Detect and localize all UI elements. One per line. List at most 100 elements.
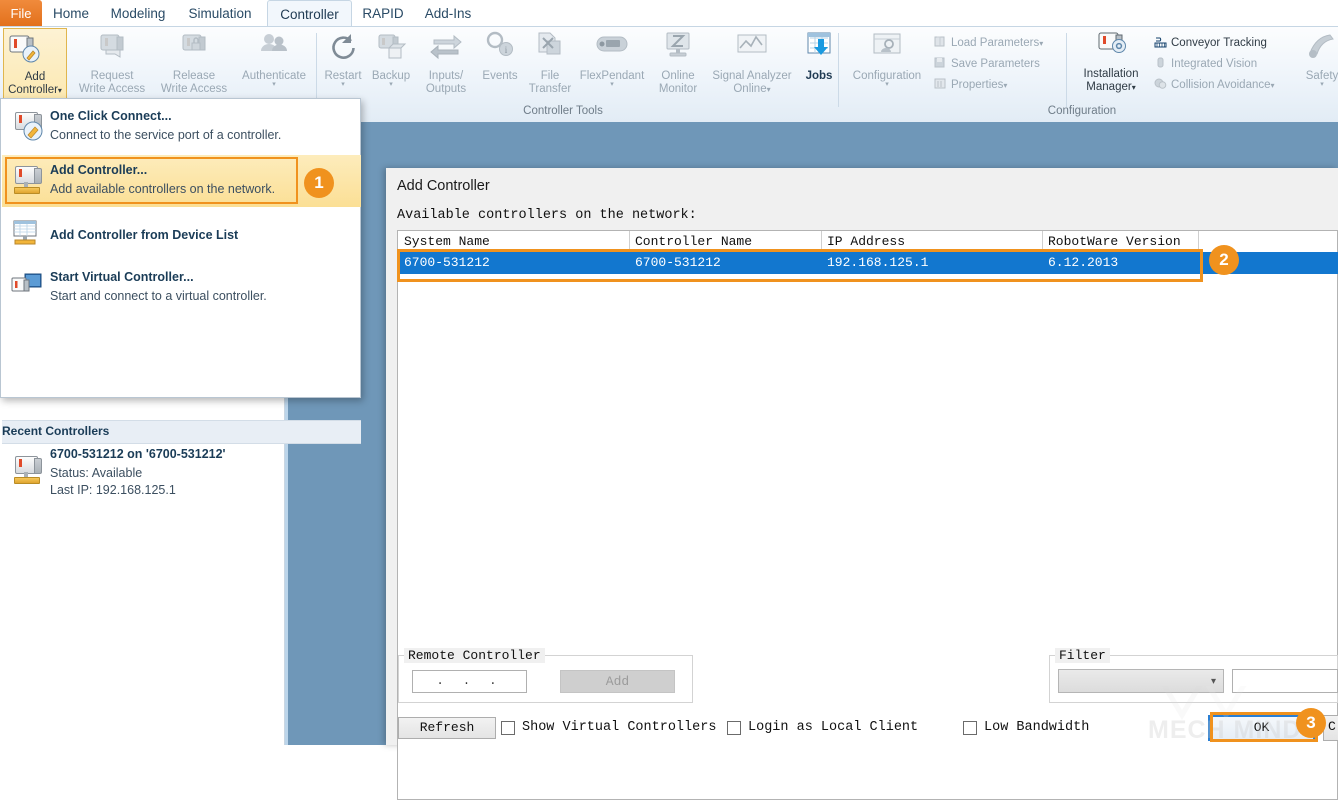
menu-item-title: One Click Connect...: [50, 109, 172, 123]
menu-item-add-controller-from-device-list[interactable]: Add Controller from Device List: [2, 211, 361, 259]
online-label: Online: [661, 69, 695, 82]
signal-analyzer-icon: [706, 29, 798, 69]
load-parameters-icon: [934, 36, 947, 48]
backup-label: Backup: [371, 69, 411, 82]
chevron-down-icon: ▾: [766, 85, 771, 94]
column-header-ip-address[interactable]: IP Address: [827, 234, 905, 249]
ribbon-divider-2: [838, 33, 839, 107]
backup-button: Backup ▾: [366, 29, 416, 88]
events-label: Events: [482, 69, 518, 82]
selected-row-highlight: [397, 249, 1203, 282]
device-list-icon: [11, 220, 43, 250]
recent-controllers-header: Recent Controllers: [2, 420, 361, 444]
tab-file[interactable]: File: [0, 0, 42, 27]
properties-item: Properties▾: [934, 78, 1007, 91]
integrated-vision-label: Integrated Vision: [1171, 58, 1258, 70]
menu-item-highlight-border: [5, 157, 298, 204]
tab-add-ins[interactable]: Add-Ins: [416, 0, 480, 27]
chevron-down-icon: ▾: [610, 81, 614, 88]
configuration-button: Configuration ▾: [842, 29, 932, 88]
conveyor-tracking-item[interactable]: Conveyor Tracking: [1154, 36, 1267, 49]
restart-button: Restart ▾: [320, 29, 366, 88]
chevron-down-icon: ▾: [885, 81, 889, 88]
integrated-vision-item: Integrated Vision: [1154, 57, 1257, 70]
chevron-down-icon: ▾: [1270, 81, 1275, 90]
release-write-access-icon: [154, 29, 234, 69]
save-parameters-item: Save Parameters: [934, 57, 1040, 70]
safety-icon: [1300, 29, 1338, 69]
ribbon-divider-3: [1066, 33, 1067, 107]
low-bandwidth-label: Low Bandwidth: [984, 720, 1090, 735]
collision-avoidance-label: Collision Avoidance: [1171, 79, 1271, 91]
online-monitor-button: Online Monitor: [650, 29, 706, 96]
inputs-outputs-button: Inputs/ Outputs: [418, 29, 474, 96]
collision-avoidance-item: Collision Avoidance▾: [1154, 78, 1275, 91]
installation-manager-icon: [1072, 29, 1150, 67]
restart-label: Restart: [324, 69, 362, 82]
tab-controller[interactable]: Controller: [267, 0, 352, 27]
installation-manager-button[interactable]: Installation Manager▾: [1072, 29, 1150, 95]
virtual-controller-icon: [11, 272, 43, 302]
request-write-access-button: Request Write Access: [72, 29, 152, 96]
authenticate-icon: [236, 29, 312, 69]
chevron-down-icon: ▾: [272, 81, 276, 88]
chevron-down-icon: ▾: [341, 81, 345, 88]
events-button: i Events: [476, 29, 524, 82]
column-header-controller-name[interactable]: Controller Name: [635, 234, 752, 249]
refresh-button[interactable]: Refresh: [398, 717, 496, 739]
properties-label: Properties: [951, 79, 1004, 91]
menu-item-one-click-connect[interactable]: One Click Connect... Connect to the serv…: [2, 100, 361, 152]
show-virtual-controllers-label: Show Virtual Controllers: [522, 720, 717, 735]
checkbox-box[interactable]: [963, 721, 977, 735]
chevron-down-icon[interactable]: ▾: [58, 86, 62, 95]
monitor-label: Monitor: [658, 83, 698, 95]
recent-controllers-label: Recent Controllers: [2, 424, 110, 438]
menu-item-subtitle: Start and connect to a virtual controlle…: [50, 289, 267, 303]
save-parameters-label: Save Parameters: [951, 58, 1040, 70]
integrated-vision-icon: [1154, 57, 1167, 69]
ribbon-tab-strip: File Home Modeling Simulation Controller…: [0, 0, 1338, 27]
inputs-label: Inputs/: [428, 69, 464, 82]
column-header-system-name[interactable]: System Name: [404, 234, 490, 249]
file-transfer-button: File Transfer: [524, 29, 576, 96]
controller-tools-group-label: Controller Tools: [523, 105, 603, 117]
add-controller-icon: [4, 33, 66, 70]
tab-rapid[interactable]: RAPID: [358, 0, 408, 27]
column-header-robotware-version[interactable]: RobotWare Version: [1048, 234, 1181, 249]
step-badge-2: 2: [1209, 245, 1239, 275]
online-monitor-icon: [650, 29, 706, 69]
authenticate-button: Authenticate ▾: [236, 29, 312, 88]
file-label: File: [540, 69, 560, 82]
step-badge-3: 3: [1296, 708, 1326, 738]
authenticate-label: Authenticate: [242, 69, 306, 82]
tab-simulation[interactable]: Simulation: [180, 0, 260, 27]
configuration-icon: [842, 29, 932, 69]
checkbox-box[interactable]: [727, 721, 741, 735]
configuration-label: Configuration: [852, 69, 922, 82]
remote-controller-legend: Remote Controller: [404, 648, 545, 663]
signal-analyzer-label-1: Signal Analyzer: [712, 69, 792, 82]
properties-icon: [934, 78, 947, 90]
flexpendant-label: FlexPendant: [579, 69, 645, 82]
remote-controller-ip-input[interactable]: . . .: [412, 670, 527, 693]
menu-item-title: Add Controller from Device List: [50, 228, 239, 242]
tab-modeling[interactable]: Modeling: [102, 0, 174, 27]
checkbox-box[interactable]: [501, 721, 515, 735]
recent-controller-item[interactable]: 6700-531212 on '6700-531212' Status: Ava…: [2, 443, 361, 501]
one-click-connect-icon: [11, 111, 43, 141]
menu-item-start-virtual-controller[interactable]: Start Virtual Controller... Start and co…: [2, 261, 361, 313]
jobs-button[interactable]: Jobs: [798, 29, 840, 82]
remote-add-button[interactable]: Add: [560, 670, 675, 693]
filter-legend: Filter: [1055, 648, 1110, 663]
safety-label: Safety: [1305, 69, 1338, 82]
ribbon-divider-1: [316, 33, 317, 107]
menu-item-title: Start Virtual Controller...: [50, 270, 194, 284]
chevron-down-icon: ▾: [389, 81, 393, 88]
add-controller-ribbon-label-2: Controller: [8, 84, 58, 96]
dialog-title: Add Controller: [397, 178, 490, 194]
restart-icon: [320, 29, 366, 69]
menu-item-subtitle: Connect to the service port of a control…: [50, 128, 282, 142]
tab-home[interactable]: Home: [46, 0, 96, 27]
save-parameters-icon: [934, 57, 947, 69]
recent-controller-lastip: Last IP: 192.168.125.1: [50, 483, 176, 497]
